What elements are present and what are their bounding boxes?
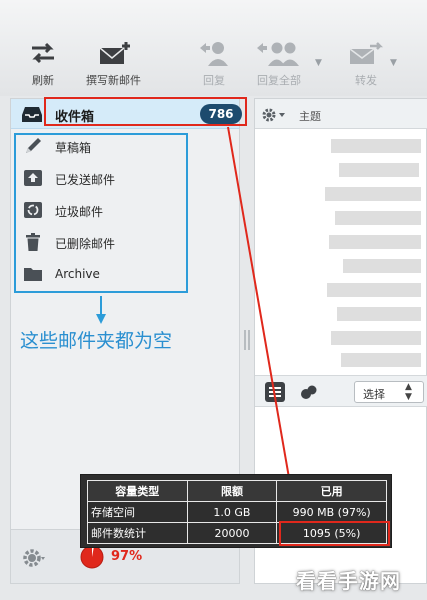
watermark: 看看手游网 <box>296 569 401 593</box>
table-cell: 990 MB (97%) <box>276 501 387 523</box>
table-cell: 20000 <box>186 522 278 544</box>
table-cell: 1.0 GB <box>186 501 278 523</box>
table-cell: 邮件数统计 <box>87 522 188 544</box>
column-header: 限额 <box>186 480 278 502</box>
column-header: 容量类型 <box>87 480 188 502</box>
table-row: 存储空间 1.0 GB 990 MB (97%) <box>87 501 387 523</box>
mail-count-highlight <box>279 521 390 546</box>
table-header-row: 容量类型 限额 已用 <box>87 480 387 502</box>
table-cell: 存储空间 <box>87 501 188 523</box>
column-header: 已用 <box>276 480 387 502</box>
